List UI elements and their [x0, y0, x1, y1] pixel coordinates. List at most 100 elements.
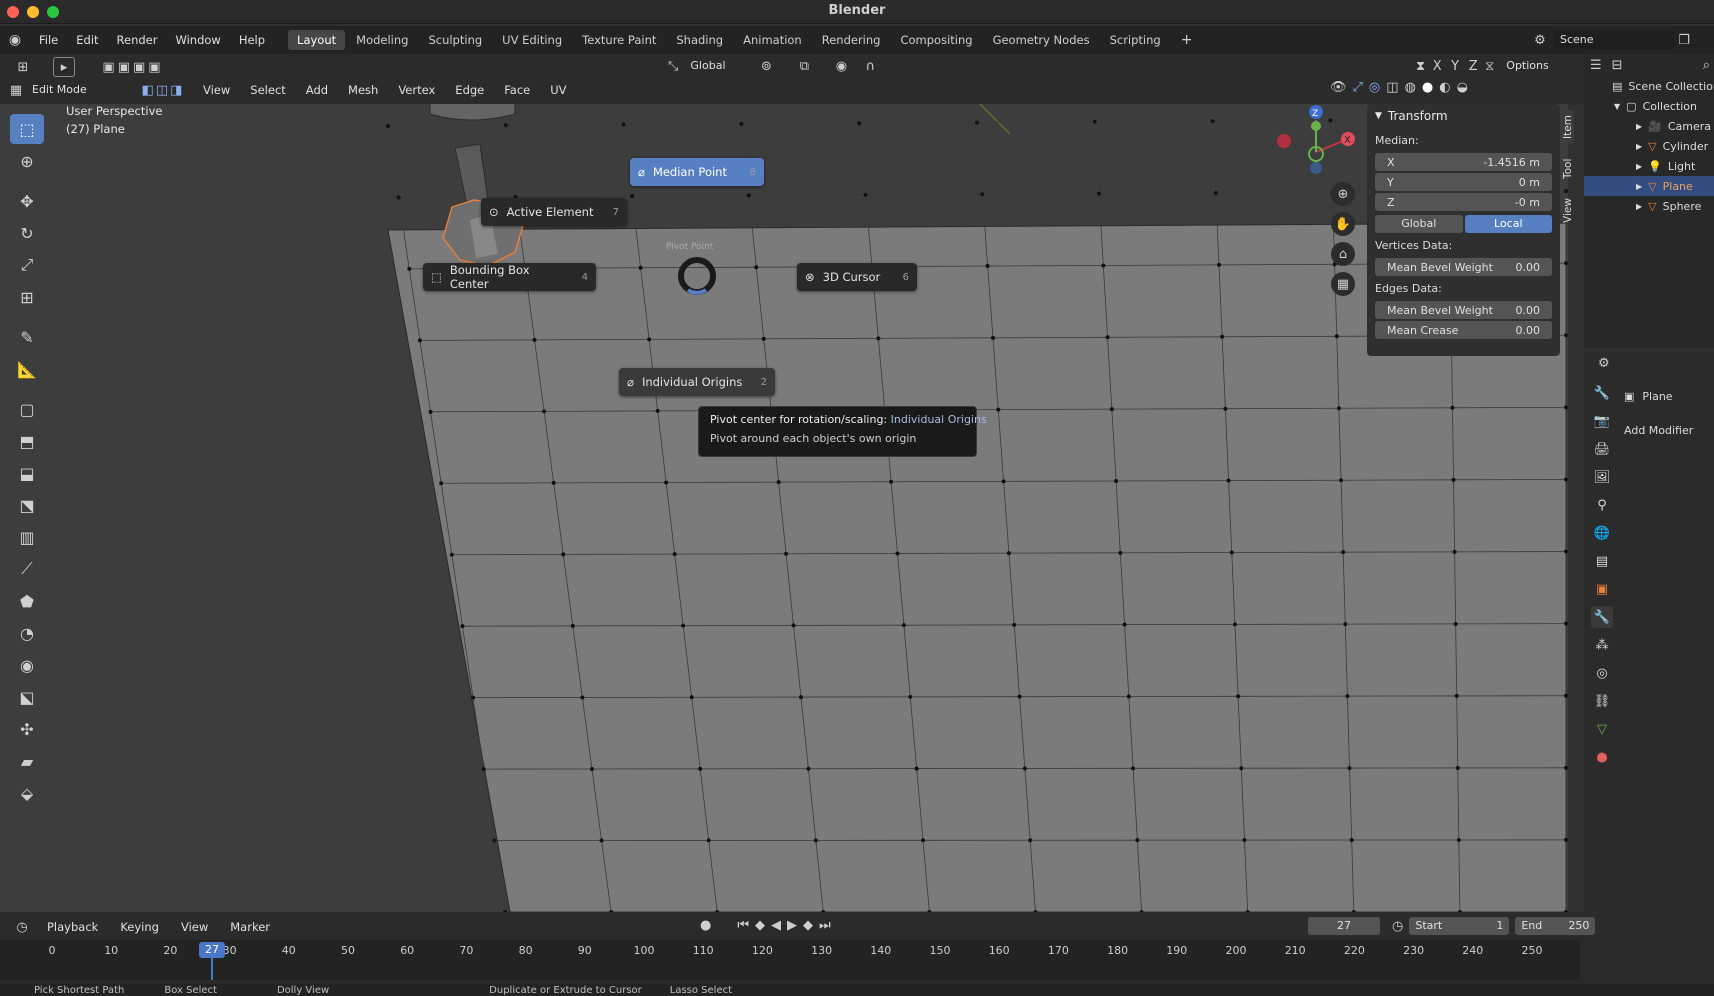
- mesh-vertex[interactable]: [1239, 766, 1244, 771]
- mesh-vertex[interactable]: [1564, 693, 1568, 698]
- mesh-vertex[interactable]: [532, 337, 537, 342]
- mesh-vertex[interactable]: [460, 624, 465, 629]
- tab-tool[interactable]: Tool: [1562, 152, 1574, 186]
- mesh-vertex[interactable]: [1131, 766, 1136, 771]
- mesh-vertex[interactable]: [580, 695, 585, 700]
- spin-tool-icon[interactable]: ◔: [10, 618, 44, 648]
- options-dropdown[interactable]: Options: [1500, 57, 1555, 75]
- timeline-ruler[interactable]: 0 10 20 30 40 50 60 70 80 90 100 110 120 130 140 150 160…: [0, 940, 1580, 980]
- constraints-props-icon[interactable]: ⛓: [1591, 690, 1613, 712]
- mesh-vertex[interactable]: [1450, 405, 1455, 410]
- scene-icon[interactable]: ⚙: [1526, 33, 1554, 48]
- annotate-tool-icon[interactable]: ✎: [10, 322, 44, 352]
- mesh-vertex[interactable]: [1126, 694, 1131, 699]
- pan-hand-icon[interactable]: ✋: [1331, 212, 1355, 236]
- auto-merge-icon[interactable]: ⧖: [1485, 59, 1494, 74]
- mesh-vertex[interactable]: [1236, 694, 1241, 699]
- wireframe-shading-icon[interactable]: ◍: [1405, 80, 1416, 95]
- play-icon[interactable]: ▶: [787, 918, 797, 933]
- end-frame-field[interactable]: End 250: [1515, 917, 1596, 935]
- mesh-vertex[interactable]: [561, 552, 566, 557]
- properties-type-icon[interactable]: ⚙: [1598, 356, 1610, 371]
- mesh-vertex[interactable]: [1564, 405, 1568, 410]
- tool-props-icon[interactable]: 🔧: [1591, 382, 1613, 404]
- gizmo-icon[interactable]: ⤢: [1353, 80, 1363, 95]
- pie-active-element[interactable]: ⊙ Active Element 7: [481, 198, 627, 226]
- axis-z[interactable]: Z: [1467, 59, 1479, 74]
- jump-end-icon[interactable]: ⏭: [819, 918, 831, 933]
- mesh-vertex[interactable]: [1006, 551, 1011, 556]
- mesh-vertex[interactable]: [1101, 263, 1106, 268]
- mesh-vertex[interactable]: [551, 480, 556, 485]
- mesh-vertex[interactable]: [481, 767, 486, 772]
- mesh-vertex[interactable]: [1564, 477, 1568, 482]
- mesh-vertex[interactable]: [1232, 622, 1237, 627]
- mesh-vertex[interactable]: [791, 623, 796, 628]
- mesh-vertex[interactable]: [1347, 766, 1352, 771]
- mesh-vertex[interactable]: [386, 124, 390, 128]
- mesh-vertex[interactable]: [975, 120, 979, 125]
- record-icon[interactable]: ●: [700, 918, 711, 933]
- menu-uv[interactable]: UV: [541, 80, 575, 100]
- solid-shading-icon[interactable]: ●: [1422, 80, 1433, 95]
- mesh-vertex[interactable]: [655, 408, 660, 413]
- mesh-vertex[interactable]: [439, 481, 444, 486]
- menu-edge[interactable]: Edge: [446, 80, 493, 100]
- mesh-vertex[interactable]: [1328, 118, 1333, 123]
- mesh-vertex[interactable]: [638, 265, 643, 270]
- mesh-vertex[interactable]: [798, 695, 803, 700]
- physics-props-icon[interactable]: ◎: [1591, 662, 1613, 684]
- mesh-vertex[interactable]: [621, 122, 626, 127]
- rotate-tool-icon[interactable]: ↻: [10, 218, 44, 248]
- mesh-vertex[interactable]: [1339, 478, 1344, 483]
- edge-crease-field[interactable]: Mean Crease 0.00: [1375, 321, 1552, 339]
- mesh-vertex[interactable]: [689, 695, 694, 700]
- pie-bounding-box-center[interactable]: ⬚ Bounding Box Center 4: [423, 263, 596, 291]
- orientation-dropdown[interactable]: Global: [684, 57, 749, 75]
- mesh-vertex[interactable]: [396, 195, 401, 200]
- snap-icon[interactable]: ⧉: [784, 59, 824, 74]
- scale-tool-icon[interactable]: ⤢: [10, 250, 44, 280]
- move-tool-icon[interactable]: ✥: [10, 186, 44, 216]
- mesh-vertex[interactable]: [889, 479, 894, 484]
- mesh-vertex[interactable]: [664, 480, 669, 485]
- visibility-icon[interactable]: 👁: [1330, 80, 1347, 95]
- rendered-shading-icon[interactable]: ◒: [1457, 80, 1468, 95]
- shrink-fatten-tool-icon[interactable]: ✣: [10, 714, 44, 744]
- mesh-vertex[interactable]: [1564, 837, 1568, 842]
- vertex-edge-face-select-icons[interactable]: ◧◫◨: [134, 83, 192, 98]
- material-props-icon[interactable]: ●: [1591, 746, 1613, 768]
- mesh-vertex[interactable]: [1564, 261, 1568, 266]
- tab-view[interactable]: View: [1562, 194, 1574, 228]
- mesh-vertex[interactable]: [1135, 838, 1140, 843]
- mesh-vertex[interactable]: [921, 838, 926, 843]
- mesh-vertex[interactable]: [1452, 549, 1457, 554]
- mesh-vertex[interactable]: [449, 552, 454, 557]
- measure-tool-icon[interactable]: 📐: [10, 354, 44, 384]
- mesh-vertex[interactable]: [1564, 765, 1568, 770]
- mesh-vertex[interactable]: [503, 123, 508, 128]
- mesh-vertex[interactable]: [1216, 262, 1221, 267]
- view-layer-props-icon[interactable]: 🖼: [1591, 466, 1613, 488]
- vertex-bevel-weight-field[interactable]: Mean Bevel Weight 0.00: [1375, 258, 1552, 276]
- menu-keying[interactable]: Keying: [111, 917, 168, 937]
- tab-modeling[interactable]: Modeling: [347, 30, 417, 50]
- viewport-3d[interactable]: X Z User Perspective (27) Plane ⊕ ✋ ⌂ ▦ …: [0, 104, 1568, 912]
- ortho-grid-icon[interactable]: ▦: [1331, 272, 1355, 296]
- display-mode-icon[interactable]: ⊟: [1612, 58, 1623, 73]
- mesh-vertex[interactable]: [739, 121, 744, 126]
- collection-props-icon[interactable]: ▤: [1591, 550, 1613, 572]
- mesh-vertex[interactable]: [630, 194, 635, 199]
- mesh-vertex[interactable]: [857, 121, 862, 126]
- mesh-vertex[interactable]: [1223, 406, 1228, 411]
- mesh-vertex[interactable]: [813, 838, 818, 843]
- tab-rendering[interactable]: Rendering: [813, 30, 890, 50]
- mesh-vertex[interactable]: [901, 623, 906, 628]
- tab-uv-editing[interactable]: UV Editing: [493, 30, 571, 50]
- mesh-vertex[interactable]: [1012, 622, 1017, 627]
- tab-compositing[interactable]: Compositing: [891, 30, 981, 50]
- outliner-item-camera[interactable]: ▶ 🎥 Camera: [1584, 116, 1714, 136]
- render-props-icon[interactable]: 📷: [1591, 410, 1613, 432]
- mesh-vertex[interactable]: [876, 336, 881, 341]
- menu-playback[interactable]: Playback: [38, 917, 107, 937]
